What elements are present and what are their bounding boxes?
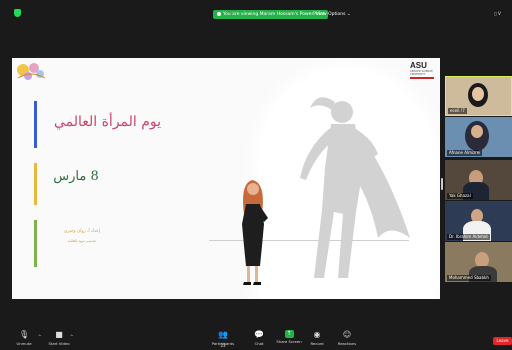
- reactions-smiley-icon: ☺: [342, 330, 352, 339]
- reactions-label: Reactions: [337, 341, 357, 346]
- view-layout-button[interactable]: ▯ V: [494, 10, 501, 19]
- view-options-button[interactable]: View Options ⌄: [316, 10, 351, 19]
- share-dot-icon: [217, 11, 221, 16]
- participant-face: [472, 87, 484, 101]
- participants-label: Participants: [211, 341, 235, 346]
- woman-figure-icon: [242, 180, 268, 285]
- participant-tile[interactable]: ecell.!7: [445, 76, 512, 116]
- slide-author-subtitle: تصاميم تمهيد الطالبة: [67, 239, 97, 243]
- share-screen-icon: ↑: [284, 330, 294, 338]
- slide-date: 8 مارس: [53, 169, 99, 184]
- logo-accent-bar: [410, 77, 434, 79]
- participant-name: Afnane Almizrei: [447, 150, 483, 156]
- participant-name: Mohammed Sbabkh: [447, 275, 491, 281]
- participant-name: Dr. Ibrahim Aldehid: [447, 234, 490, 240]
- record-button[interactable]: ◉ Record: [306, 330, 328, 346]
- share-banner-text: You are viewing Maram Hossam's PowerPoin…: [223, 12, 325, 17]
- share-screen-label: Share Screen: [276, 339, 302, 344]
- accent-bar-green: [34, 220, 37, 267]
- superhero-shadow-icon: [300, 97, 410, 278]
- participant-tile[interactable]: Afnane Almizrei: [445, 117, 512, 157]
- slide-title: يوم المرأة العالمي: [53, 114, 162, 130]
- woman-superhero-shadow-illustration: [242, 97, 410, 285]
- participant-name: ecell.!7: [448, 108, 467, 114]
- start-video-button[interactable]: ■ Start Video: [46, 330, 72, 346]
- viewing-share-banner: You are viewing Maram Hossam's PowerPoin…: [213, 10, 329, 19]
- participant-face: [471, 125, 483, 138]
- panel-resize-handle[interactable]: [441, 178, 443, 190]
- participants-icon: 👥23: [218, 330, 228, 348]
- event-logo-icon: [17, 63, 46, 80]
- start-video-label: Start Video: [48, 341, 70, 346]
- participants-button[interactable]: 👥23 Participants: [206, 330, 240, 348]
- chat-label: Chat: [254, 341, 264, 346]
- unmute-button[interactable]: 🎙 Unmute: [10, 330, 38, 346]
- participant-tile[interactable]: Yak Ghazal: [445, 160, 512, 200]
- shared-slide: ASU APPLIED SCIENCE UNIVERSITY يوم المرأ…: [12, 58, 440, 299]
- accent-bar-yellow: [34, 163, 37, 205]
- leave-button[interactable]: Leave: [493, 337, 512, 345]
- participant-tile[interactable]: Dr. Ibrahim Aldehid: [445, 201, 512, 241]
- participant-tile[interactable]: Mohammed Sbabkh: [445, 242, 512, 282]
- microphone-muted-icon: 🎙: [19, 330, 30, 339]
- video-options-chevron-icon[interactable]: ^: [70, 334, 73, 339]
- slide-author: إعداد أ. روان وجيري: [63, 229, 101, 234]
- record-icon: ◉: [313, 330, 321, 339]
- video-off-icon: ■: [55, 330, 63, 339]
- chat-button[interactable]: 💬 Chat: [248, 330, 270, 346]
- share-screen-button[interactable]: ↑ Share Screen: [276, 330, 302, 344]
- accent-bar-blue: [34, 101, 37, 148]
- participant-name: Yak Ghazal: [447, 193, 473, 199]
- security-shield-icon[interactable]: [14, 9, 21, 17]
- reactions-button[interactable]: ☺ Reactions: [334, 330, 360, 346]
- chat-bubble-icon: 💬: [254, 330, 264, 339]
- university-logo: ASU APPLIED SCIENCE UNIVERSITY: [410, 62, 436, 82]
- meeting-toolbar: 🎙 Unmute ^ ■ Start Video ^ 👥23 Participa…: [0, 328, 512, 350]
- audio-options-chevron-icon[interactable]: ^: [38, 334, 41, 339]
- meeting-window: You are viewing Maram Hossam's PowerPoin…: [0, 0, 512, 350]
- university-logo-name: ASU: [410, 61, 427, 70]
- university-logo-subtitle: APPLIED SCIENCE UNIVERSITY: [410, 70, 433, 76]
- top-bar: You are viewing Maram Hossam's PowerPoin…: [0, 0, 512, 24]
- unmute-label: Unmute: [16, 341, 32, 346]
- record-label: Record: [310, 341, 324, 346]
